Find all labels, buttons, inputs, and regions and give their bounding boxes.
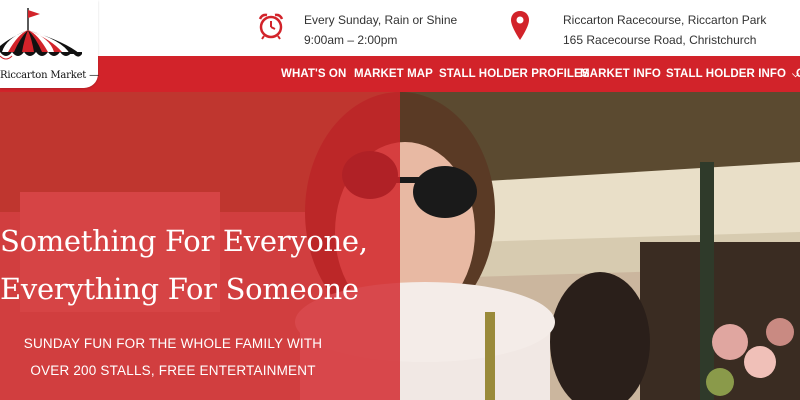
hours-times: 9:00am – 2:00pm: [304, 33, 398, 47]
hours-days: Every Sunday, Rain or Shine: [304, 13, 458, 27]
hero-subtitle-line2: OVER 200 STALLS, FREE ENTERTAINMENT: [30, 363, 316, 378]
nav-stall-holder-info[interactable]: STALL HOLDER INFO ⌵: [666, 56, 799, 92]
main-nav: WHAT'S ON MARKET MAP STALL HOLDER PROFIL…: [0, 56, 800, 92]
nav-contact[interactable]: C: [796, 56, 800, 92]
hero-headline-line2: Everything For Someone: [0, 272, 359, 306]
map-pin-icon: [511, 11, 529, 40]
nav-market-info[interactable]: MARKET INFO: [580, 56, 661, 92]
nav-market-map[interactable]: MARKET MAP: [354, 56, 433, 92]
address-street: 165 Racecourse Road, Christchurch: [563, 33, 757, 47]
market-tent-logo: [0, 8, 82, 60]
logo-text: Riccarton Market —: [0, 70, 99, 81]
nav-whats-on[interactable]: WHAT'S ON: [281, 56, 346, 92]
hero-subtitle-line1: SUNDAY FUN FOR THE WHOLE FAMILY WITH: [23, 336, 323, 351]
top-info-bar: Riccarton Market — Every Sunday, Rain or…: [0, 0, 800, 88]
address-venue: Riccarton Racecourse, Riccarton Park: [563, 13, 767, 27]
site-logo[interactable]: Riccarton Market —: [0, 0, 99, 88]
hero-headline-line1: Something For Everyone,: [0, 224, 368, 258]
market-hours: Every Sunday, Rain or Shine 9:00am – 2:0…: [304, 10, 457, 50]
nav-stall-holder-profiles[interactable]: STALL HOLDER PROFILES: [439, 56, 590, 92]
market-address: Riccarton Racecourse, Riccarton Park 165…: [563, 10, 766, 50]
nav-stall-holder-info-label: STALL HOLDER INFO: [666, 68, 787, 80]
alarm-clock-icon: [258, 13, 284, 40]
hero-banner: Something For Everyone, Everything For S…: [0, 92, 800, 400]
